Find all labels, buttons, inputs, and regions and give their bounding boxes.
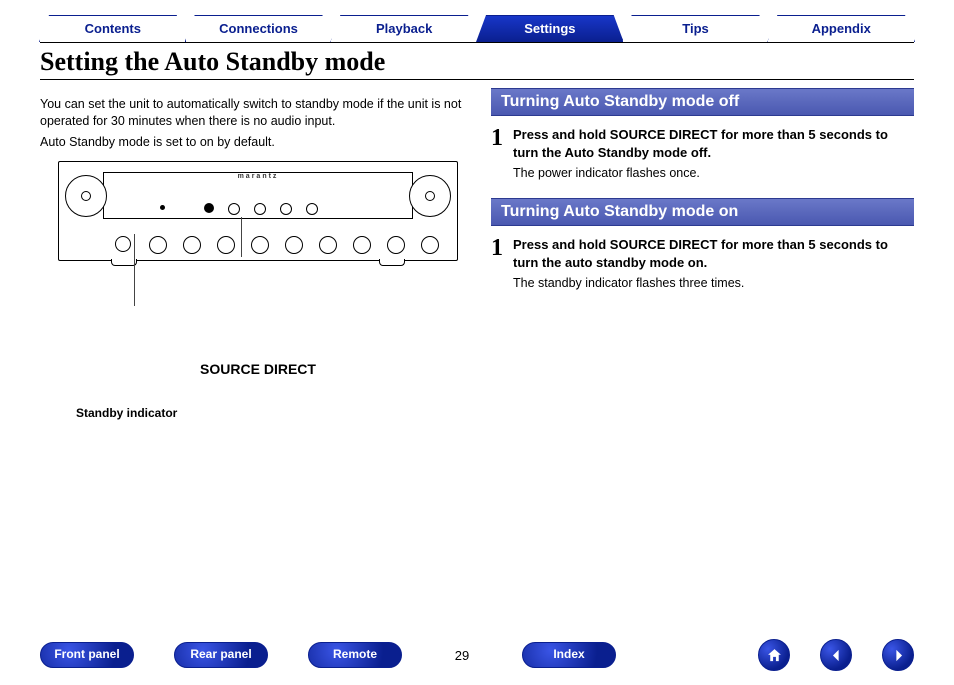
step-bold: Press and hold SOURCE DIRECT for more th… bbox=[513, 237, 888, 270]
pill-label: Remote bbox=[333, 647, 377, 661]
source-direct-label: SOURCE DIRECT bbox=[58, 361, 458, 377]
step-bold: Press and hold SOURCE DIRECT for more th… bbox=[513, 127, 888, 160]
volume-knob-right-gfx bbox=[409, 175, 451, 217]
page-title: Setting the Auto Standby mode bbox=[40, 47, 914, 77]
brand-label: marantz bbox=[104, 173, 412, 180]
footer: Front panel Rear panel Remote 29 Index bbox=[0, 639, 954, 671]
tab-settings[interactable]: Settings bbox=[476, 15, 624, 42]
page-number: 29 bbox=[442, 648, 482, 663]
forward-icon[interactable] bbox=[882, 639, 914, 671]
tab-label: Tips bbox=[682, 21, 709, 36]
step-number: 1 bbox=[491, 126, 503, 180]
tab-label: Playback bbox=[376, 21, 432, 36]
pill-label: Rear panel bbox=[190, 647, 251, 661]
index-button[interactable]: Index bbox=[522, 642, 616, 668]
standby-indicator-dot bbox=[160, 205, 165, 210]
volume-knob-left-gfx bbox=[65, 175, 107, 217]
source-direct-button-gfx bbox=[204, 203, 214, 213]
standby-indicator-label: Standby indicator bbox=[76, 406, 177, 420]
front-panel-button[interactable]: Front panel bbox=[40, 642, 134, 668]
home-icon[interactable] bbox=[758, 639, 790, 671]
remote-button[interactable]: Remote bbox=[308, 642, 402, 668]
section-title-off: Turning Auto Standby mode off bbox=[491, 88, 914, 116]
intro-text-1: You can set the unit to automatically sw… bbox=[40, 96, 463, 130]
step-sub: The standby indicator flashes three time… bbox=[513, 276, 914, 290]
step-off: 1 Press and hold SOURCE DIRECT for more … bbox=[491, 126, 914, 180]
tab-label: Connections bbox=[219, 21, 298, 36]
tab-appendix[interactable]: Appendix bbox=[767, 15, 915, 42]
tab-contents[interactable]: Contents bbox=[39, 15, 187, 42]
intro-text-2: Auto Standby mode is set to on by defaul… bbox=[40, 134, 463, 151]
headphone-jack-gfx bbox=[115, 236, 131, 252]
pill-label: Front panel bbox=[54, 647, 119, 661]
tab-playback[interactable]: Playback bbox=[330, 15, 478, 42]
tab-tips[interactable]: Tips bbox=[622, 15, 770, 42]
tab-label: Appendix bbox=[812, 21, 871, 36]
top-tabs: Contents Connections Playback Settings T… bbox=[40, 12, 914, 42]
step-number: 1 bbox=[491, 236, 503, 290]
tab-label: Contents bbox=[85, 21, 141, 36]
pill-label: Index bbox=[553, 647, 584, 661]
right-column: Turning Auto Standby mode off 1 Press an… bbox=[491, 86, 914, 308]
step-sub: The power indicator flashes once. bbox=[513, 166, 914, 180]
section-title-on: Turning Auto Standby mode on bbox=[491, 198, 914, 226]
tab-connections[interactable]: Connections bbox=[185, 15, 333, 42]
tab-label: Settings bbox=[524, 21, 575, 36]
back-icon[interactable] bbox=[820, 639, 852, 671]
device-diagram: marantz bbox=[40, 161, 463, 261]
rear-panel-button[interactable]: Rear panel bbox=[174, 642, 268, 668]
left-column: You can set the unit to automatically sw… bbox=[40, 86, 463, 308]
step-on: 1 Press and hold SOURCE DIRECT for more … bbox=[491, 236, 914, 290]
